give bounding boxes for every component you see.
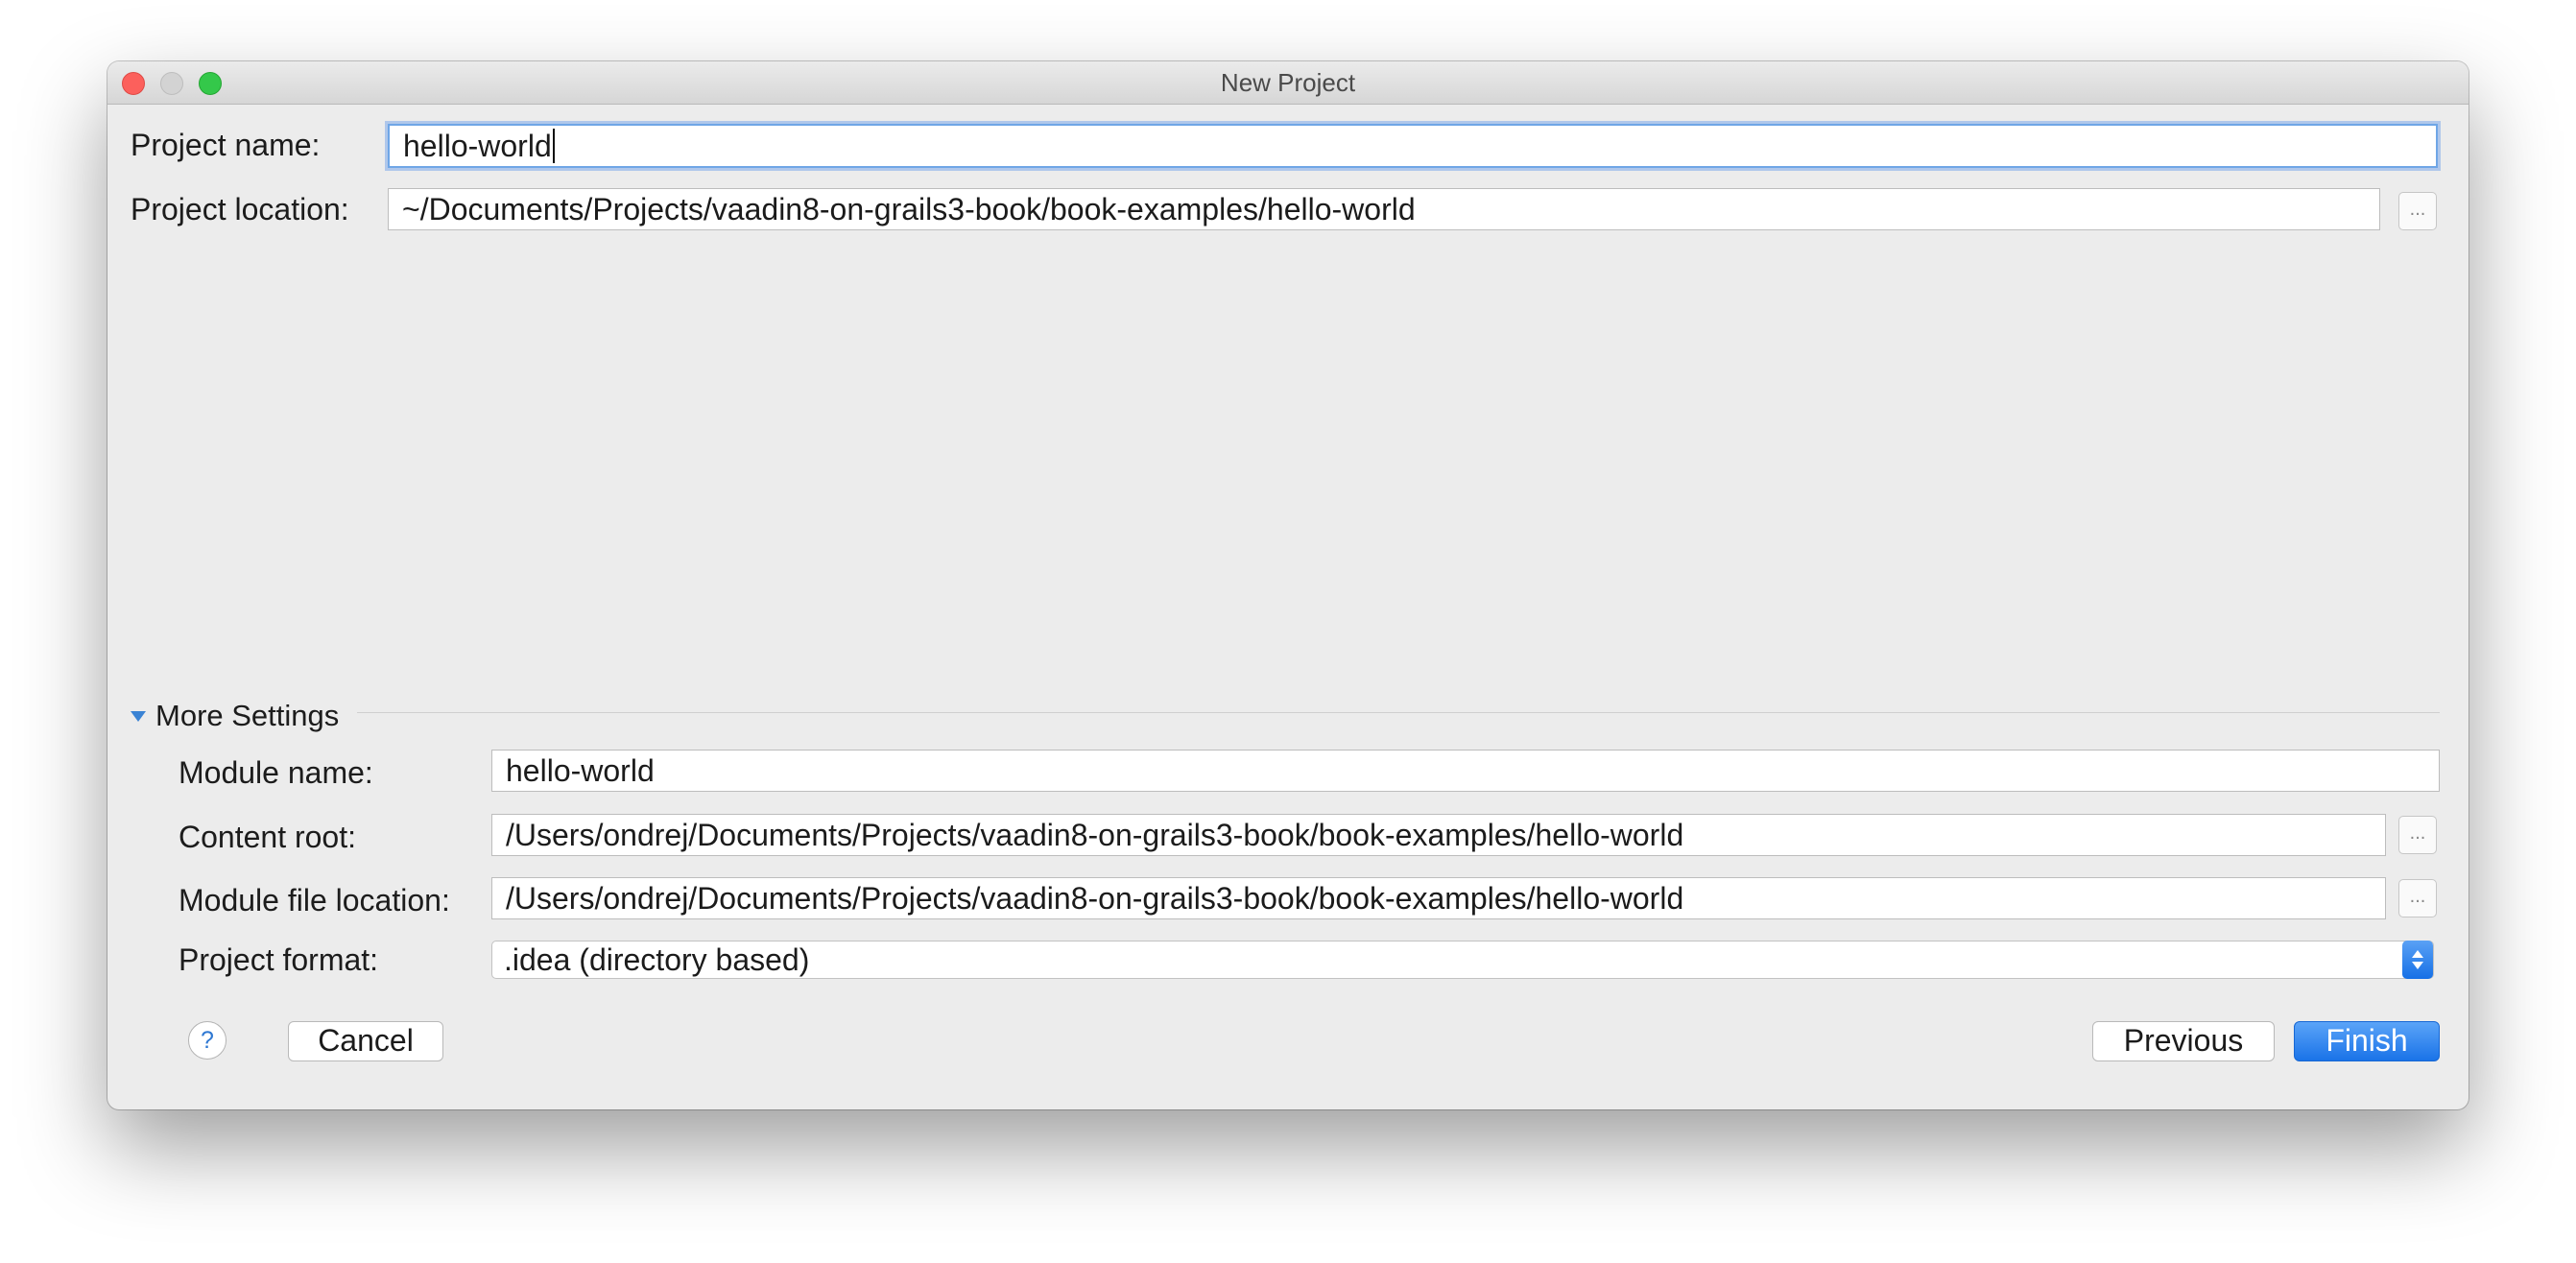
title-bar: New Project: [107, 61, 2469, 105]
window-title: New Project: [1220, 68, 1356, 97]
project-format-label: Project format:: [179, 942, 379, 977]
project-location-browse-button[interactable]: ...: [2398, 192, 2437, 230]
module-file-browse-button[interactable]: ...: [2398, 879, 2437, 917]
project-name-value: hello-world: [403, 128, 552, 163]
cancel-button[interactable]: Cancel: [288, 1021, 443, 1061]
more-settings-title: More Settings: [155, 699, 340, 732]
project-location-label: Project location:: [131, 192, 349, 226]
module-name-value: hello-world: [506, 752, 655, 788]
text-caret: [552, 129, 555, 163]
project-name-input[interactable]: hello-world: [388, 124, 2438, 168]
content-root-input[interactable]: /Users/ondrej/Documents/Projects/vaadin8…: [491, 814, 2386, 856]
help-button[interactable]: ?: [188, 1021, 227, 1060]
disclosure-triangle-icon: [131, 710, 146, 722]
content-root-label: Content root:: [179, 820, 356, 854]
project-name-label: Project name:: [131, 128, 321, 162]
more-settings-toggle[interactable]: More Settings: [131, 699, 339, 733]
module-file-location-value: /Users/ondrej/Documents/Projects/vaadin8…: [506, 880, 1684, 916]
project-location-input[interactable]: ~/Documents/Projects/vaadin8-on-grails3-…: [388, 188, 2380, 230]
content-root-value: /Users/ondrej/Documents/Projects/vaadin8…: [506, 817, 1684, 852]
project-location-value: ~/Documents/Projects/vaadin8-on-grails3-…: [402, 191, 1416, 226]
chevron-up-icon: [2412, 950, 2423, 958]
project-format-select[interactable]: .idea (directory based): [491, 941, 2434, 979]
module-name-label: Module name:: [179, 755, 373, 790]
module-name-input[interactable]: hello-world: [491, 750, 2440, 792]
new-project-dialog: New Project Project name: hello-world Pr…: [107, 61, 2469, 1109]
module-file-location-label: Module file location:: [179, 883, 450, 917]
select-stepper-icon: [2402, 941, 2433, 979]
section-divider: [357, 712, 2440, 713]
previous-button[interactable]: Previous: [2092, 1021, 2275, 1061]
finish-button[interactable]: Finish: [2294, 1021, 2440, 1061]
chevron-down-icon: [2412, 962, 2423, 969]
project-format-value: .idea (directory based): [504, 942, 810, 977]
content-root-browse-button[interactable]: ...: [2398, 816, 2437, 854]
module-file-location-input[interactable]: /Users/ondrej/Documents/Projects/vaadin8…: [491, 877, 2386, 919]
